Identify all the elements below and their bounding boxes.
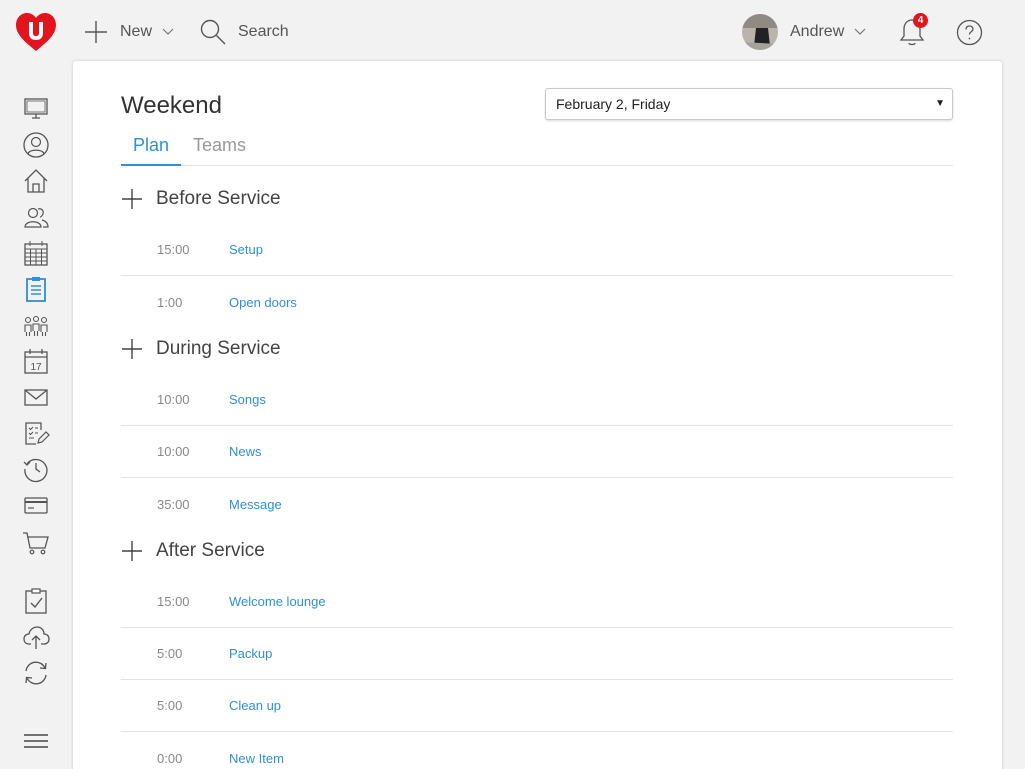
item-link[interactable]: Message — [229, 497, 282, 512]
list-item: 15:00 Setup — [121, 224, 953, 276]
tab-plan[interactable]: Plan — [121, 135, 182, 166]
item-duration: 5:00 — [157, 698, 183, 713]
chevron-down-icon — [854, 28, 866, 35]
home-icon[interactable] — [22, 167, 50, 195]
item-duration: 1:00 — [157, 294, 183, 310]
notifications-button[interactable]: 4 — [896, 13, 928, 48]
date-select[interactable]: February 2, Friday ▼ — [545, 88, 953, 120]
item-duration: 5:00 — [157, 646, 183, 661]
list-item: 10:00 Songs — [121, 374, 953, 426]
section-title: Before Service — [156, 188, 281, 209]
clipboard-icon[interactable] — [22, 275, 50, 303]
item-link[interactable]: Packup — [229, 646, 272, 661]
item-link[interactable]: Songs — [229, 392, 266, 407]
tab-bar: Plan Teams — [121, 131, 953, 166]
groups-icon[interactable] — [22, 311, 50, 339]
monitor-icon[interactable] — [22, 94, 50, 122]
main-panel: Weekend February 2, Friday ▼ Plan Teams … — [73, 61, 1002, 769]
menu-icon[interactable] — [22, 727, 50, 755]
chevron-down-icon — [162, 28, 174, 35]
calendar-grid-icon[interactable] — [22, 239, 50, 267]
user-menu[interactable]: Andrew — [742, 13, 866, 51]
section-header[interactable]: Before Service — [121, 182, 281, 216]
item-duration: 10:00 — [157, 392, 190, 407]
calendar-day-number: 17 — [30, 362, 42, 373]
new-label: New — [120, 23, 153, 40]
dropdown-arrow-icon: ▼ — [935, 98, 945, 109]
sidebar: 17 — [0, 64, 73, 769]
list-item: 35:00 Message — [121, 478, 953, 530]
new-menu-button[interactable]: New — [84, 17, 174, 47]
item-link[interactable]: News — [229, 444, 262, 459]
list-item: 1:00 Open doors — [121, 276, 953, 328]
section-title: After Service — [156, 540, 265, 561]
list-item: 15:00 Welcome lounge — [121, 576, 953, 628]
item-link[interactable]: Welcome lounge — [229, 594, 326, 609]
date-select-value: February 2, Friday — [556, 96, 671, 112]
help-button[interactable] — [956, 19, 983, 46]
person-icon[interactable] — [22, 131, 50, 159]
list-item: 5:00 Clean up — [121, 680, 953, 732]
plus-icon — [122, 339, 142, 359]
cart-icon[interactable] — [22, 529, 50, 557]
people-icon[interactable] — [22, 203, 50, 231]
cloud-upload-icon[interactable] — [22, 623, 50, 651]
notification-badge: 4 — [913, 13, 928, 28]
item-duration: 35:00 — [157, 496, 190, 512]
list-item: 0:00 New Item — [121, 732, 953, 769]
section-header[interactable]: During Service — [121, 332, 281, 366]
tab-teams[interactable]: Teams — [181, 135, 258, 166]
item-link[interactable]: Clean up — [229, 698, 281, 713]
item-link[interactable]: New Item — [229, 751, 284, 766]
search-button[interactable]: Search — [200, 17, 289, 47]
user-name: Andrew — [790, 23, 845, 40]
list-item: 5:00 Packup — [121, 628, 953, 680]
plus-icon — [122, 189, 142, 209]
section-title: During Service — [156, 338, 281, 359]
list-item: 10:00 News — [121, 426, 953, 478]
item-duration: 15:00 — [157, 242, 190, 257]
plus-icon — [122, 541, 142, 561]
clipboard-check-icon[interactable] — [22, 587, 50, 615]
plus-icon — [85, 21, 107, 43]
app-logo[interactable] — [14, 11, 58, 53]
sync-icon[interactable] — [22, 659, 50, 687]
item-link[interactable]: Setup — [229, 242, 263, 257]
page-title: Weekend — [121, 92, 222, 119]
search-icon — [200, 19, 226, 45]
mail-icon[interactable] — [22, 383, 50, 411]
search-label: Search — [238, 23, 289, 40]
item-duration: 0:00 — [157, 750, 183, 766]
history-icon[interactable] — [22, 455, 50, 483]
help-icon — [956, 19, 983, 46]
section-header[interactable]: After Service — [121, 534, 265, 568]
top-bar: New Search Andrew 4 — [0, 0, 1025, 64]
item-duration: 15:00 — [157, 594, 190, 609]
avatar — [742, 14, 778, 50]
item-duration: 10:00 — [157, 444, 190, 459]
checklist-edit-icon[interactable] — [22, 419, 50, 447]
calendar-day-icon[interactable]: 17 — [22, 347, 50, 375]
credit-card-icon[interactable] — [22, 491, 50, 519]
item-link[interactable]: Open doors — [229, 295, 297, 310]
